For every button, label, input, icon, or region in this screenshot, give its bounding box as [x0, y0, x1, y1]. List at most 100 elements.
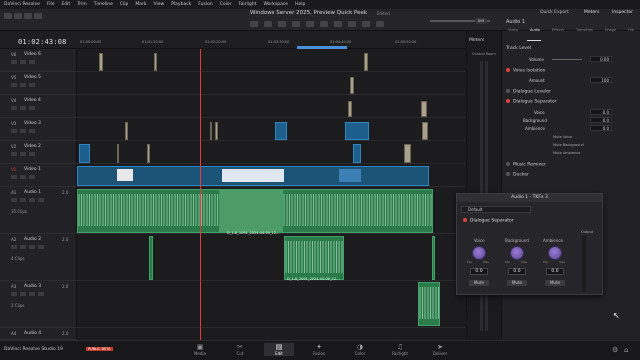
fx-window-title[interactable]: Audio 1 - TKFx 3: [457, 194, 602, 202]
video-clip[interactable]: [215, 122, 218, 140]
menu-color[interactable]: Color: [220, 2, 232, 7]
page-edit[interactable]: ▤ Edit: [264, 343, 294, 356]
video-clip[interactable]: [348, 101, 352, 117]
page-fairlight[interactable]: ♫ Fairlight: [385, 343, 415, 356]
flag-icon[interactable]: [362, 21, 370, 27]
audio-clip[interactable]: [219, 189, 283, 233]
music-remixer-header[interactable]: Music Remixer: [506, 162, 546, 168]
enable-icon[interactable]: [20, 175, 26, 179]
solo-icon[interactable]: [29, 198, 35, 202]
enable-icon[interactable]: [20, 83, 26, 87]
enable-icon[interactable]: [20, 152, 26, 156]
menu-fairlight[interactable]: Fairlight: [238, 2, 256, 7]
video-clip[interactable]: [117, 144, 119, 163]
voice-knob[interactable]: [472, 246, 486, 260]
layout-icon[interactable]: [4, 13, 12, 19]
mute-icon[interactable]: [38, 292, 44, 296]
auto-select-icon[interactable]: [20, 198, 26, 202]
menu-mark[interactable]: Mark: [135, 2, 146, 7]
track-header-v3[interactable]: V3 Video 3: [0, 118, 77, 141]
mute-ambience-checkbox[interactable]: Mute Ambience: [553, 151, 580, 155]
video-clip[interactable]: [421, 101, 427, 117]
track-header-v1[interactable]: V1 Video 1: [0, 164, 77, 187]
enable-dot-icon[interactable]: [506, 162, 510, 166]
video-clip[interactable]: [345, 122, 369, 140]
enable-dot-icon[interactable]: [506, 68, 510, 72]
background-mute-button[interactable]: Mute: [507, 280, 527, 286]
menu-workspace[interactable]: Workspace: [263, 2, 288, 7]
playhead[interactable]: [200, 49, 201, 340]
video-clip[interactable]: [353, 144, 361, 163]
track-header-v2[interactable]: V2 Video 2: [0, 141, 77, 164]
lock-icon[interactable]: [11, 292, 17, 296]
solo-icon[interactable]: [29, 245, 35, 249]
voice-value[interactable]: 0.0: [470, 268, 488, 275]
meters-button[interactable]: Meters: [584, 10, 599, 15]
mute-icon[interactable]: [38, 198, 44, 202]
ambience-knob[interactable]: [548, 246, 562, 260]
enable-dot-icon[interactable]: [506, 89, 510, 93]
trim-tool-icon[interactable]: [264, 21, 272, 27]
lock-icon[interactable]: [11, 198, 17, 202]
track-header-a3[interactable]: A3 Audio 3 2.0 2 Clips: [0, 281, 77, 328]
video-clip[interactable]: [154, 53, 157, 71]
insert-icon[interactable]: [292, 21, 300, 27]
timeline-tracks[interactable]: D_1-8_1091_2024-04-09_12... D_1-8_1091_2…: [77, 49, 465, 340]
track-header-a1[interactable]: A1 Audio 1 2.0 35 Clips: [0, 187, 77, 234]
lock-icon[interactable]: [11, 60, 17, 64]
video-clip[interactable]: [404, 144, 411, 163]
timecode-display[interactable]: 01:02:43:08: [18, 38, 67, 46]
menu-file[interactable]: File: [47, 2, 55, 7]
auto-select-icon[interactable]: [29, 106, 35, 110]
video-clip[interactable]: [99, 53, 103, 71]
quick-export-button[interactable]: Quick Export: [540, 10, 569, 15]
page-media[interactable]: ▣ Media: [185, 343, 215, 356]
dialogue-separator-header[interactable]: Dialogue Separator: [506, 99, 557, 105]
tab-image[interactable]: Image: [605, 28, 616, 42]
settings-gear-icon[interactable]: ⚙: [612, 346, 618, 354]
video-clip[interactable]: [125, 122, 128, 140]
voice-isolation-header[interactable]: Voice Isolation: [506, 68, 545, 74]
video-clip[interactable]: [350, 77, 354, 94]
dim-button[interactable]: DIM: [475, 18, 487, 24]
video-clip[interactable]: [79, 144, 90, 163]
panel-toggle-icon[interactable]: [24, 13, 32, 19]
tab-transition[interactable]: Transition: [576, 28, 593, 42]
amount-field[interactable]: 100: [590, 77, 612, 83]
inspector-button[interactable]: Inspector: [612, 10, 633, 15]
plugin-enable-icon[interactable]: [463, 218, 467, 222]
audio-clip[interactable]: [418, 282, 440, 326]
marker-icon[interactable]: [376, 21, 384, 27]
ambience-value[interactable]: 0.0: [546, 268, 564, 275]
menu-davinci[interactable]: DaVinci Resolve: [4, 2, 40, 7]
lock-icon[interactable]: [11, 245, 17, 249]
auto-select-icon[interactable]: [29, 152, 35, 156]
menu-timeline[interactable]: Timeline: [94, 2, 113, 7]
auto-select-icon[interactable]: [29, 175, 35, 179]
page-fusion[interactable]: ✦ Fusion: [304, 343, 334, 356]
menu-fusion[interactable]: Fusion: [198, 2, 212, 7]
track-header-a4[interactable]: A4 Audio 4 2.0: [0, 328, 77, 340]
ambience-mute-button[interactable]: Mute: [545, 280, 565, 286]
video-clip[interactable]: [210, 122, 212, 140]
auto-select-icon[interactable]: [20, 292, 26, 296]
mute-voice-checkbox[interactable]: Mute Voice: [553, 135, 572, 139]
tab-file[interactable]: File: [628, 28, 634, 42]
solo-icon[interactable]: [29, 292, 35, 296]
video-clip[interactable]: [147, 144, 150, 163]
video-clip[interactable]: [364, 53, 368, 71]
ducker-header[interactable]: Ducker: [506, 172, 529, 178]
track-header-a2[interactable]: A2 Audio 2 2.0 4 Clips: [0, 234, 77, 281]
ambience-field[interactable]: 0.0: [590, 125, 612, 131]
track-header-v5[interactable]: V5 Video 5: [0, 72, 77, 95]
auto-select-icon[interactable]: [29, 83, 35, 87]
page-cut[interactable]: ✂ Cut: [225, 343, 255, 356]
enable-dot-icon[interactable]: [506, 99, 510, 103]
lock-icon[interactable]: [11, 129, 17, 133]
volume-field[interactable]: 0.00: [590, 56, 612, 62]
enable-icon[interactable]: [20, 106, 26, 110]
auto-select-icon[interactable]: [20, 245, 26, 249]
overwrite-icon[interactable]: [306, 21, 314, 27]
sidebar-toggle-icon[interactable]: [14, 13, 22, 19]
page-color[interactable]: ◑ Color: [345, 343, 375, 356]
